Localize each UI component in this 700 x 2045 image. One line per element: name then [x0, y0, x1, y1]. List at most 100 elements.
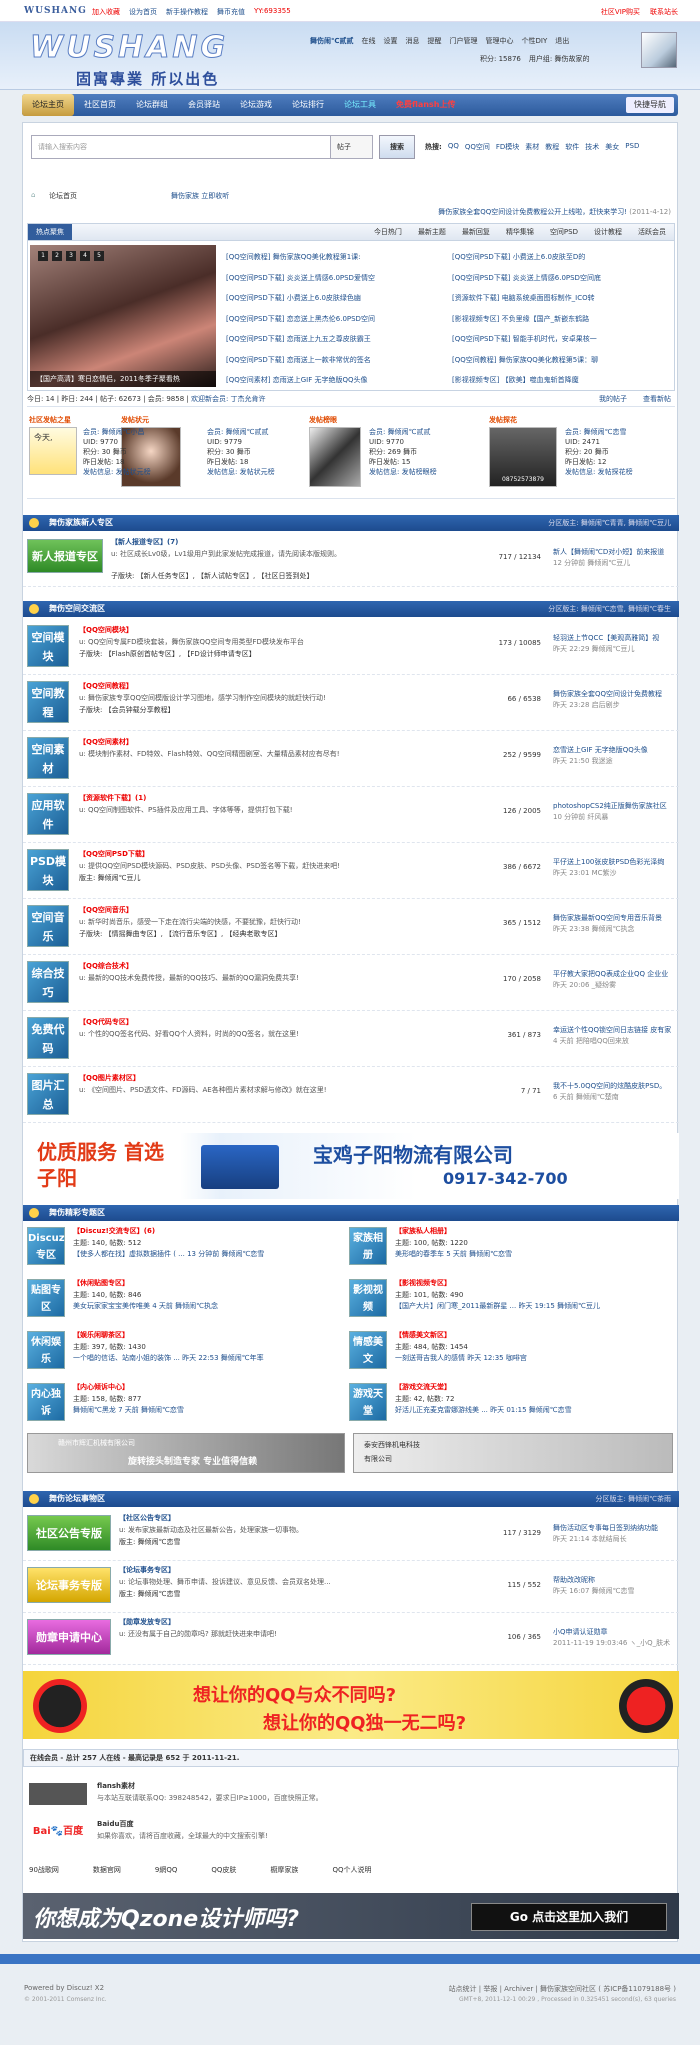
site-logo[interactable]: WUSHANG — [29, 30, 228, 66]
nav-forum-home[interactable]: 论坛主页 — [22, 94, 74, 116]
forum-icon[interactable]: 空间模块 — [27, 625, 69, 667]
hot-term[interactable]: FD模块 — [496, 142, 519, 152]
forum-icon[interactable]: 新人报道专区 — [27, 539, 103, 573]
forum-last-post[interactable]: 【使多人都在找】虚拟数据插件 ( ... 13 分钟前 舞倾闹℃恋雪 — [73, 1249, 341, 1259]
nav-flash-upload[interactable]: 免费flansh上传 — [386, 94, 465, 116]
last-post-title[interactable]: 舞伤家族全套QQ空间设计免费教程 — [553, 689, 677, 700]
star-link[interactable]: 发帖信息: 发帖状元榜 — [207, 467, 275, 477]
forum-title[interactable]: 【资源软件下载】(1) — [79, 793, 146, 803]
forum-icon[interactable]: 内心独诉 — [27, 1383, 65, 1421]
star-link[interactable]: 发帖信息: 发帖状元榜 — [83, 467, 151, 477]
section-moderators[interactable]: 分区版主: 舞倾闹℃恋雪, 舞倾闹℃春生 — [548, 601, 671, 617]
user-group[interactable]: 用户组: 舞伤故家的 — [529, 54, 590, 64]
ad-banner-logistics[interactable]: 优质服务 首选子阳 宝鸡子阳物流有限公司 0917-342-700 — [23, 1133, 679, 1199]
forum-last-post[interactable]: 舞倾闹℃黑龙 7 天前 舞倾闹℃恋雪 — [73, 1405, 341, 1415]
feature-item[interactable]: [QQ空间PSD下载] 恋恋送上黑杰伦6.0PSD空间 — [226, 309, 440, 330]
tab-new-replies[interactable]: 最新回复 — [454, 227, 498, 237]
forum-icon[interactable]: 贴图专区 — [27, 1279, 65, 1317]
nav-groups[interactable]: 论坛群组 — [126, 94, 178, 116]
top-link-yy[interactable]: YY:693355 — [254, 7, 291, 17]
hot-term[interactable]: QQ — [448, 142, 459, 152]
feature-item[interactable]: [QQ空间PSD下载] 炎炎送上情感6.0PSD爱情空 — [226, 268, 440, 289]
nav-tools[interactable]: 论坛工具 — [334, 94, 386, 116]
tab-digest[interactable]: 精华集锦 — [498, 227, 542, 237]
last-post-title[interactable]: 幸运送个性QQ锁空间日志链接 皮有家 — [553, 1025, 677, 1036]
fav-link[interactable]: 舞伤家族 — [171, 192, 199, 200]
section-moderators[interactable]: 分区版主: 舞倾闹℃茶雨 — [596, 1491, 671, 1507]
forum-title[interactable]: 【家族私人相册】 — [395, 1226, 451, 1236]
star-avatar[interactable]: 08752573879 — [489, 427, 557, 487]
forum-title[interactable]: 【勋章发放专区】 — [119, 1617, 175, 1627]
footer-links[interactable]: 站点统计 | 举报 | Archiver | 舞伤家族空间社区 ( 苏ICP备1… — [449, 1984, 676, 1994]
feature-item[interactable]: [QQ空间教程] 舞伤家族QQ美化教程第5课：聊 — [452, 350, 666, 371]
forum-subs[interactable]: 子版块: 【情摇舞曲专区】, 【流行音乐专区】, 【经典老歌专区】 — [79, 929, 281, 939]
powered-by[interactable]: Powered by Discuz! X2 — [24, 1984, 104, 1992]
star-name[interactable]: 会员: 舞倾闹℃贰贰 — [369, 427, 437, 437]
forum-icon[interactable]: 空间教程 — [27, 681, 69, 723]
section-moderators[interactable]: 分区版主: 舞倾闹℃青青, 舞倾闹℃豆儿 — [548, 515, 671, 531]
new-posts-link[interactable]: 查看新帖 — [643, 391, 671, 407]
star-name[interactable]: 会员: 舞倾闹℃小昌 — [83, 427, 151, 437]
forum-title[interactable]: 【休闲贴图专区】 — [73, 1278, 129, 1288]
nav-members[interactable]: 会员驿站 — [178, 94, 230, 116]
text-link[interactable]: QQ个人说明 — [332, 1865, 371, 1879]
forum-last-post[interactable]: 一个唱的信话、站南小姐的装饰 ... 昨天 22:53 舞倾闹℃年率 — [73, 1353, 341, 1363]
feature-item[interactable]: [QQ空间PSD下载] 炎炎送上情感6.0PSD空间底 — [452, 268, 666, 289]
join-button[interactable]: Go 点击这里加入我们 — [471, 1903, 667, 1931]
forum-icon[interactable]: 空间素材 — [27, 737, 69, 779]
forum-subs[interactable]: 子版块: 【新人任务专区】, 【新人试帖专区】, 【社区日签到处】 — [111, 571, 313, 581]
last-post-title[interactable]: 舞伤活动区专事每日签到纳纳功能 — [553, 1523, 677, 1534]
forum-icon[interactable]: 空间音乐 — [27, 905, 69, 947]
star-avatar[interactable] — [309, 427, 361, 487]
star-link[interactable]: 发帖信息: 发帖探花榜 — [565, 467, 633, 477]
user-avatar[interactable] — [641, 32, 677, 68]
forum-title[interactable]: 【新人报道专区】(7) — [111, 537, 178, 547]
tab-today[interactable]: 今日热门 — [366, 227, 410, 237]
slide-dot[interactable]: 4 — [80, 251, 90, 261]
forum-icon[interactable]: 免费代码 — [27, 1017, 69, 1059]
last-post-title[interactable]: 帮助改改昵称 — [553, 1575, 677, 1586]
hot-term[interactable]: 软件 — [565, 142, 579, 152]
search-type-select[interactable]: 帖子 — [331, 135, 373, 159]
forum-title[interactable]: 【游戏交流天堂】 — [395, 1382, 451, 1392]
hot-term[interactable]: 美女 — [605, 142, 619, 152]
nav-community[interactable]: 社区首页 — [74, 94, 126, 116]
top-link-tutorial[interactable]: 新手操作教程 — [166, 7, 208, 17]
forum-title[interactable]: 【QQ空间音乐】 — [79, 905, 133, 915]
star-name[interactable]: 会员: 舞倾闹℃贰贰 — [207, 427, 275, 437]
section-header-special[interactable]: 舞伤精彩专题区 — [23, 1205, 679, 1221]
ad-right[interactable]: 泰安西锋机电科技 有限公司 — [353, 1433, 673, 1473]
slide-dot[interactable]: 3 — [66, 251, 76, 261]
forum-subs[interactable]: 子版块: 【会员钟载分享教程】 — [79, 705, 175, 715]
forum-title[interactable]: 【影视视频专区】 — [395, 1278, 451, 1288]
forum-last-post[interactable]: 好活儿正充麦克雷娜游线美 ... 昨天 01:15 舞倾闹℃恋雪 — [395, 1405, 663, 1415]
slide-dot[interactable]: 2 — [52, 251, 62, 261]
hot-term[interactable]: 教程 — [545, 142, 559, 152]
link-name[interactable]: flansh素材 — [97, 1781, 135, 1791]
forum-icon[interactable]: 综合技巧 — [27, 961, 69, 1003]
feature-item[interactable]: [资源软件下载] 电脑系统桌面图标制作_ICO转 — [452, 288, 666, 309]
forum-title[interactable]: 【QQ代码专区】 — [79, 1017, 133, 1027]
ad-left[interactable]: 赣州市辉汇机械有限公司 旋转接头制造专家 专业值得信赖 — [27, 1433, 345, 1473]
tab-hot[interactable]: 热点聚焦 — [28, 224, 72, 240]
forum-last-post[interactable]: 【国产大片】闲门寒_2011最新群星 ... 昨天 19:15 舞倾闹℃豆儿 — [395, 1301, 663, 1311]
forum-title[interactable]: 【Discuz!交流专区】(6) — [73, 1226, 155, 1236]
online-members[interactable]: 在线会员 - 总计 257 人在线 - 最高记录是 652 于 2011-11-… — [23, 1749, 679, 1767]
top-link-homepage[interactable]: 设为首页 — [129, 7, 157, 17]
follow-link[interactable]: 立即收听 — [201, 192, 229, 200]
forum-icon[interactable]: 情感美文 — [349, 1331, 387, 1369]
last-post-title[interactable]: 平仔送上100张皮肤PSD色彩光泽绚 — [553, 857, 677, 868]
tab-psd[interactable]: 空间PSD — [542, 227, 586, 237]
forum-icon[interactable]: 家族相册 — [349, 1227, 387, 1265]
last-post-title[interactable]: 恋雪送上GIF 无字绝版QQ头像 — [553, 745, 677, 756]
tab-new-threads[interactable]: 最新主题 — [410, 227, 454, 237]
last-post-title[interactable]: 轻羽送上节QCC【美观高雅简】视 — [553, 633, 677, 644]
newest-member[interactable]: 欢迎新会员: 丁杰允肯许 — [191, 395, 266, 403]
slide-dot[interactable]: 1 — [38, 251, 48, 261]
user-status[interactable]: 在线 — [361, 36, 375, 46]
forum-subs[interactable]: 子版块: 【Flash原创首帖专区】, 【FD设计师申请专区】 — [79, 649, 256, 659]
search-input[interactable]: 请输入搜索内容 — [31, 135, 331, 159]
hot-term[interactable]: 素材 — [525, 142, 539, 152]
diy-link[interactable]: 个性DIY — [521, 36, 547, 46]
tab-active-members[interactable]: 活跃会员 — [630, 227, 674, 237]
